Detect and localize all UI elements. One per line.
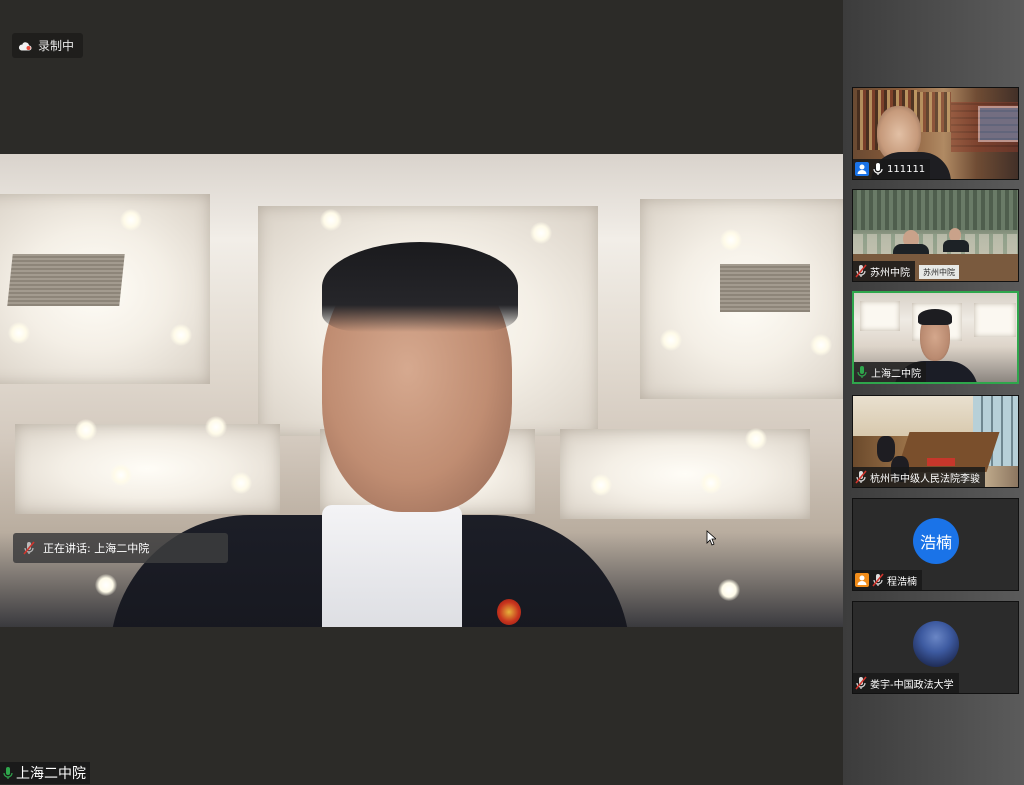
participant-tile[interactable]: 苏州中院 苏州中院 xyxy=(852,189,1019,282)
participant-tile[interactable]: 111111 xyxy=(852,87,1019,180)
host-icon xyxy=(855,573,869,587)
participant-tile[interactable]: 浩楠 程浩楠 xyxy=(852,498,1019,591)
mouse-cursor-icon xyxy=(706,530,716,546)
participant-label: 程浩楠 xyxy=(853,570,922,590)
participant-label: 苏州中院 xyxy=(853,261,915,281)
participant-name: 娄宇-中国政法大学 xyxy=(870,679,954,691)
speaking-label: 正在讲话: 上海二中院 xyxy=(43,542,150,555)
mic-icon xyxy=(873,163,883,175)
court-badge-icon xyxy=(497,599,521,625)
participant-name: 苏州中院 xyxy=(870,267,910,279)
cloud-icon xyxy=(18,41,32,50)
mic-muted-icon xyxy=(23,541,35,555)
participant-label: 杭州市中级人民法院李骏 xyxy=(853,467,985,487)
main-video-area: 录制中 正在讲话: 上海二中院 上海二中院 xyxy=(0,0,843,785)
participant-label: 娄宇-中国政法大学 xyxy=(853,673,959,693)
participant-name: 程浩楠 xyxy=(887,576,917,588)
participant-name: 上海二中院 xyxy=(871,368,921,380)
mic-muted-icon xyxy=(855,676,867,690)
participant-tile-active[interactable]: 上海二中院 xyxy=(852,291,1019,384)
participant-label: 111111 xyxy=(853,159,931,179)
avatar: 浩楠 xyxy=(913,518,959,564)
mic-active-icon xyxy=(3,767,13,779)
speaking-indicator: 正在讲话: 上海二中院 xyxy=(13,533,228,563)
mic-muted-icon xyxy=(855,264,867,278)
participant-tile[interactable]: 娄宇-中国政法大学 xyxy=(852,601,1019,694)
current-participant-name: 上海二中院 xyxy=(16,766,86,782)
mic-active-icon xyxy=(857,366,867,378)
recording-indicator[interactable]: 录制中 xyxy=(12,33,84,58)
participant-name: 111111 xyxy=(887,163,926,175)
speaker-shirt xyxy=(322,505,462,627)
recording-label: 录制中 xyxy=(38,39,75,53)
name-sign: 苏州中院 xyxy=(919,265,959,279)
mic-muted-icon xyxy=(872,573,884,587)
person-icon xyxy=(855,162,869,176)
speaker-hair xyxy=(322,242,518,332)
participant-label: 上海二中院 xyxy=(854,362,926,382)
avatar xyxy=(913,621,959,667)
participant-tile[interactable]: 杭州市中级人民法院李骏 xyxy=(852,395,1019,488)
participant-name: 杭州市中级人民法院李骏 xyxy=(870,473,980,485)
current-participant-label: 上海二中院 xyxy=(0,762,90,784)
mic-muted-icon xyxy=(855,470,867,484)
